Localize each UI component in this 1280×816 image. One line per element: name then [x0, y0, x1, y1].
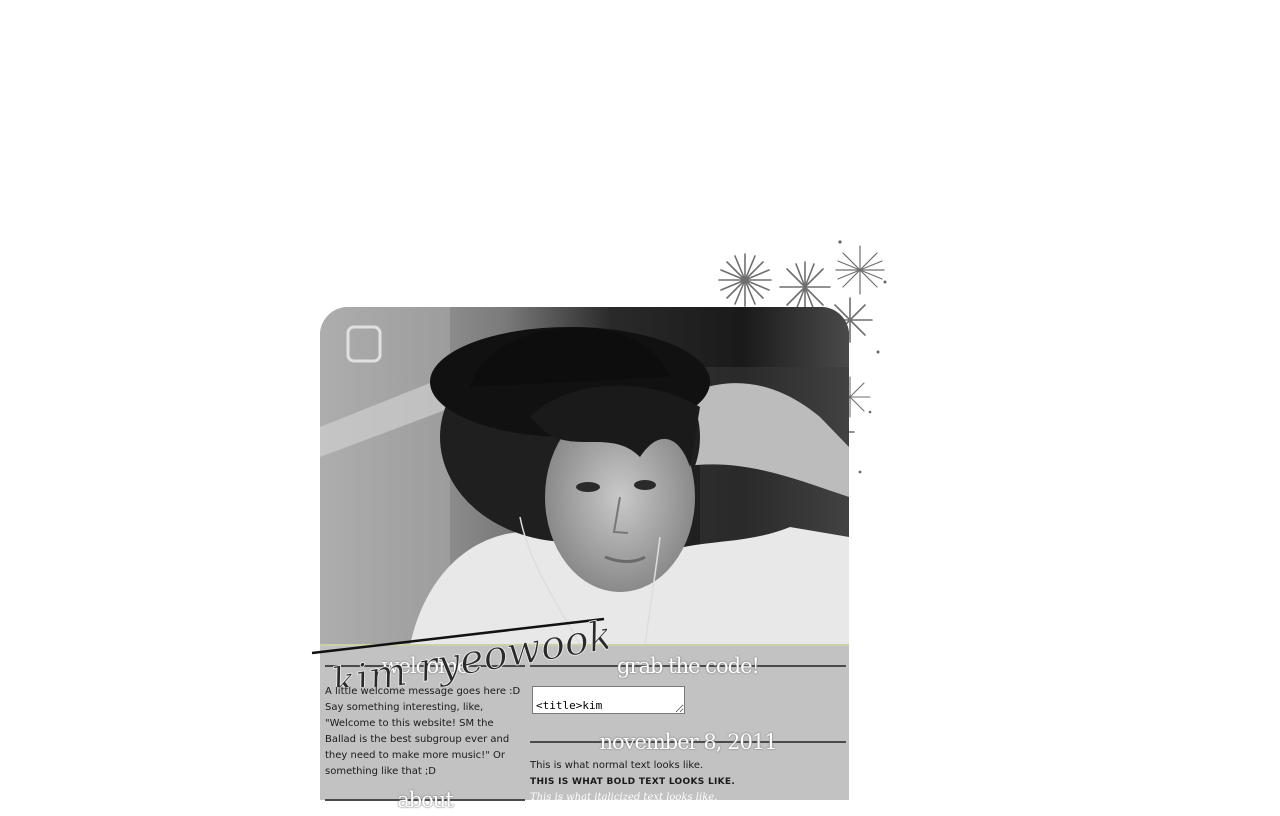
layout-container: welcome A little welcome message goes he… — [311, 307, 849, 812]
date-heading: november 8, 2011 — [530, 728, 846, 758]
code-title: grab the code! — [617, 654, 760, 678]
header-photo — [320, 307, 849, 645]
post-date: november 8, 2011 — [599, 730, 777, 754]
about-title: about — [397, 788, 454, 812]
welcome-message: A little welcome message goes here :D Sa… — [325, 686, 521, 777]
post-italic-text: This is what italicized text looks like. — [530, 792, 718, 803]
content-panel: welcome A little welcome message goes he… — [320, 646, 849, 812]
about-heading: about — [325, 786, 525, 816]
left-column: welcome A little welcome message goes he… — [325, 652, 525, 816]
welcome-title: welcome — [381, 654, 470, 678]
post-normal-text: This is what normal text looks like. — [530, 760, 704, 771]
right-column: grab the code! <title>kim november 8, 20… — [530, 652, 846, 806]
post-bold-text: This is what bold text looks like. — [530, 777, 736, 787]
code-heading: grab the code! — [530, 652, 846, 682]
code-textarea[interactable]: <title>kim — [532, 686, 685, 714]
welcome-heading: welcome — [325, 652, 525, 682]
